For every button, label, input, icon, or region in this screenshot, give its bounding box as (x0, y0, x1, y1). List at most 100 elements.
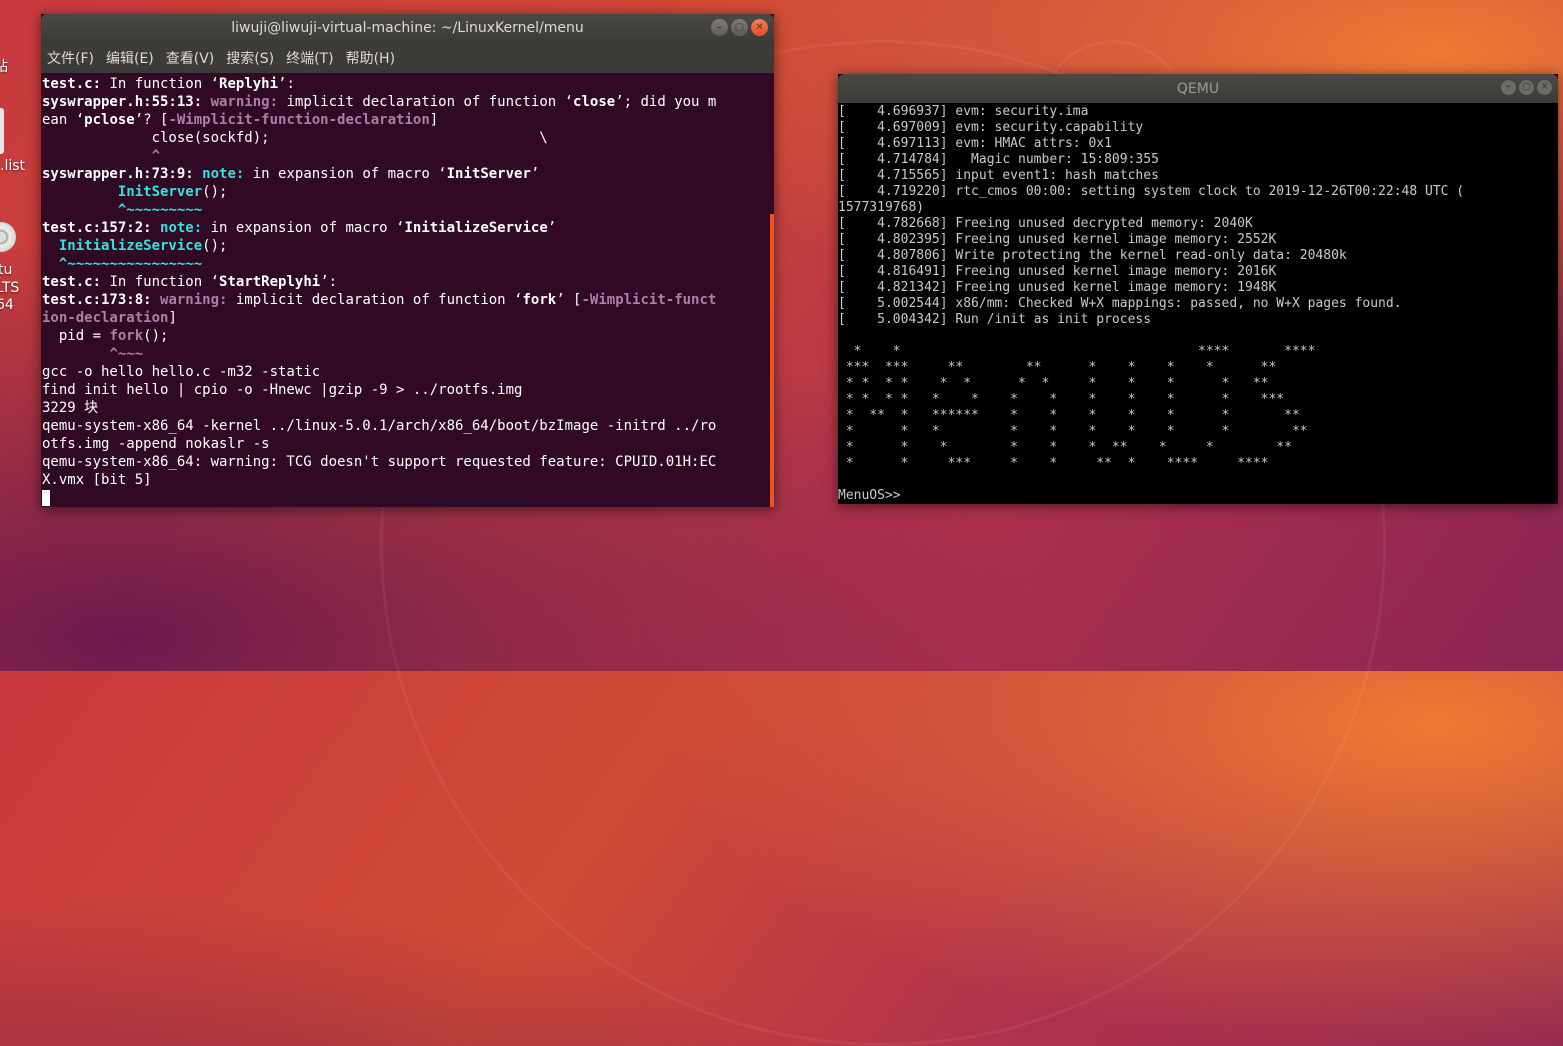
terminal-line: qemu-system-x86_64: warning: TCG doesn't… (42, 453, 774, 471)
terminal-text: qemu-system-x86_64: warning: TCG doesn't… (42, 454, 717, 470)
desktop-label[interactable]: 64 (0, 297, 14, 313)
terminal-text: InitializeService (404, 220, 548, 236)
desktop-label[interactable]: LTS (0, 280, 19, 296)
maximize-button[interactable]: ▢ (1519, 80, 1534, 95)
console-line: MenuOS>> (838, 488, 901, 503)
minimize-button[interactable]: – (711, 19, 728, 36)
terminal-text: In function ‘ (101, 274, 220, 290)
terminal-line: test.c:173:8: warning: implicit declarat… (42, 291, 774, 309)
text-cursor (42, 490, 50, 506)
terminal-text: syswrapper.h:73:9: (42, 166, 194, 182)
console-line: [ 4.696937] evm: security.ima (838, 104, 1089, 119)
menu-edit[interactable]: 编辑(E) (106, 48, 154, 68)
terminal-text: ^~~~~~~~~~~~~~~~~ (58, 256, 203, 272)
desktop-file-icon[interactable] (0, 108, 4, 154)
terminal-text: find init hello | cpio -o -Hnewc |gzip -… (42, 382, 523, 398)
terminal-title: liwuji@liwuji-virtual-machine: ~/LinuxKe… (231, 20, 584, 36)
close-button[interactable]: ✕ (751, 19, 768, 36)
desktop-disc-icon[interactable] (0, 222, 16, 252)
console-line: [ 4.697113] evm: HMAC attrs: 0x1 (838, 136, 1112, 151)
terminal-line: test.c: In function ‘Replyhi’: (42, 75, 774, 93)
terminal-text: ’: (278, 76, 295, 92)
terminal-text: ’ (530, 166, 540, 182)
console-line: [ 4.807806] Write protecting the kernel … (838, 248, 1347, 263)
terminal-line: ^~~~~~~~~~ (42, 201, 774, 219)
terminal-output[interactable]: test.c: In function ‘Replyhi’: syswrapper… (41, 73, 774, 507)
console-line: [ 4.821342] Freeing unused kernel image … (838, 280, 1277, 295)
terminal-text: pclose (84, 112, 135, 128)
console-line: [ 4.697009] evm: security.capability (838, 120, 1144, 135)
terminal-line: qemu-system-x86_64 -kernel ../linux-5.0.… (42, 417, 774, 435)
terminal-line: InitializeService(); (42, 237, 774, 255)
terminal-line: 3229 块 (42, 399, 774, 417)
terminal-line: X.vmx [bit 5] (42, 471, 774, 489)
terminal-prompt-line[interactable] (42, 489, 774, 507)
maximize-button[interactable]: ▢ (731, 19, 748, 36)
terminal-text: InitializeService (58, 238, 203, 254)
desktop-label[interactable]: .list (0, 158, 25, 174)
terminal-titlebar[interactable]: liwuji@liwuji-virtual-machine: ~/LinuxKe… (41, 14, 774, 42)
console-line: 1577319768) (838, 200, 925, 215)
terminal-line: close(sockfd); \ (42, 129, 774, 147)
qemu-title: QEMU (1176, 81, 1220, 97)
terminal-text: ’ [ (556, 292, 582, 308)
console-line: * * * * * * ** * * ** (838, 440, 1292, 455)
terminal-scrollbar[interactable] (770, 214, 774, 507)
qemu-console[interactable]: [ 4.696937] evm: security.ima[ 4.697009]… (838, 103, 1558, 504)
terminal-text: test.c: (42, 274, 102, 290)
terminal-text: (); (143, 328, 169, 344)
qemu-titlebar[interactable]: QEMU – ▢ ✕ (838, 74, 1558, 103)
desktop-label[interactable]: 站 (0, 56, 8, 76)
console-line: [ 4.782668] Freeing unused decrypted mem… (838, 216, 1253, 231)
menu-view[interactable]: 查看(V) (166, 48, 215, 68)
console-line: * * * * * * * * * * * * *** (838, 392, 1285, 407)
menu-search[interactable]: 搜索(S) (226, 48, 274, 68)
desktop-label[interactable]: tu (0, 262, 12, 278)
console-line: [ 4.802395] Freeing unused kernel image … (838, 232, 1277, 247)
close-button[interactable]: ✕ (1537, 80, 1552, 95)
terminal-text: implicit declaration of function ‘ (227, 292, 523, 308)
terminal-text: warning: (210, 94, 279, 110)
terminal-text: 3229 块 (42, 400, 99, 416)
terminal-text: Replyhi (219, 76, 279, 92)
terminal-text: X.vmx [bit 5] (42, 472, 152, 488)
terminal-text: note: (160, 220, 203, 236)
console-line: [ 4.715565] input event1: hash matches (838, 168, 1159, 183)
qemu-window[interactable]: QEMU – ▢ ✕ [ 4.696937] evm: security.ima… (838, 74, 1558, 504)
menu-help[interactable]: 帮助(H) (346, 48, 395, 68)
terminal-text: ean ‘ (42, 112, 85, 128)
terminal-line: InitServer(); (42, 183, 774, 201)
qemu-window-buttons: – ▢ ✕ (1501, 80, 1552, 95)
terminal-window[interactable]: liwuji@liwuji-virtual-machine: ~/LinuxKe… (41, 14, 774, 507)
terminal-line: ^ (42, 147, 774, 165)
terminal-window-buttons: – ▢ ✕ (711, 19, 768, 36)
terminal-text: StartReplyhi (219, 274, 321, 290)
terminal-text: -Wimplicit-function-declaration (168, 112, 430, 128)
menu-terminal[interactable]: 终端(T) (286, 48, 333, 68)
terminal-text: syswrapper.h:55:13: (42, 94, 203, 110)
terminal-text: ’? [ (134, 112, 169, 128)
console-line: [ 4.816491] Freeing unused kernel image … (838, 264, 1277, 279)
terminal-text: implicit declaration of function ‘ (278, 94, 574, 110)
terminal-text: in expansion of macro ‘ (202, 220, 405, 236)
terminal-text: note: (202, 166, 245, 182)
terminal-text: ^~~~ (109, 346, 144, 362)
console-line: [ 5.002544] x86/mm: Checked W+X mappings… (838, 296, 1402, 311)
console-line: * * * * * * * * * ** (838, 424, 1308, 439)
terminal-line: ^~~~~~~~~~~~~~~~~ (42, 255, 774, 273)
console-line: * * *** * * ** * **** **** (838, 456, 1269, 471)
terminal-text: ] (168, 310, 177, 326)
terminal-text: ’; did you m (615, 94, 717, 110)
terminal-text: fork (522, 292, 557, 308)
minimize-button[interactable]: – (1501, 80, 1516, 95)
menu-file[interactable]: 文件(F) (47, 48, 94, 68)
